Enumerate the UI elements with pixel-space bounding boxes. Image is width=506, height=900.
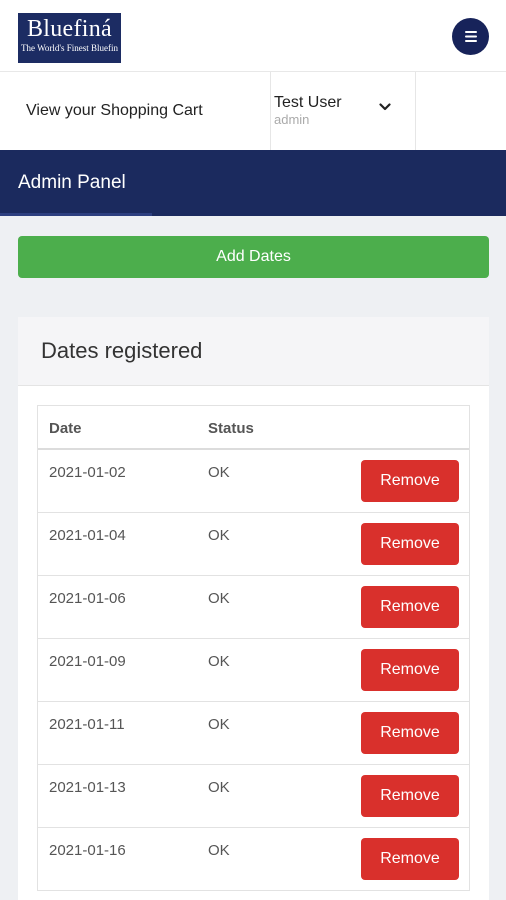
nav-row: View your Shopping Cart Test User admin <box>0 72 506 150</box>
remove-button[interactable]: Remove <box>361 460 459 502</box>
remove-button[interactable]: Remove <box>361 775 459 817</box>
row-status: OK <box>208 527 230 544</box>
row-date: 2021-01-13 <box>49 779 126 796</box>
column-header-date: Date <box>49 420 82 437</box>
row-date: 2021-01-11 <box>49 716 125 733</box>
row-status: OK <box>208 464 230 481</box>
top-header: Bluefiná The World's Finest Bluefin <box>0 0 506 72</box>
brand-tagline: The World's Finest Bluefin <box>21 43 118 53</box>
user-role: admin <box>274 112 310 127</box>
row-date: 2021-01-09 <box>49 653 126 670</box>
table-row: 2021-01-11 OK Remove <box>38 702 469 765</box>
column-header-status: Status <box>208 420 254 437</box>
table-row: 2021-01-09 OK Remove <box>38 639 469 702</box>
table-row: 2021-01-13 OK Remove <box>38 765 469 828</box>
row-status: OK <box>208 842 230 859</box>
remove-button[interactable]: Remove <box>361 838 459 880</box>
row-date: 2021-01-16 <box>49 842 126 859</box>
row-status: OK <box>208 779 230 796</box>
hamburger-menu-icon <box>464 31 477 42</box>
remove-button[interactable]: Remove <box>361 712 459 754</box>
dates-table: Date Status 2021-01-02 OK Remove 2021-01… <box>37 405 470 891</box>
chevron-down-icon <box>379 103 391 111</box>
card-title: Dates registered <box>41 338 203 363</box>
table-row: 2021-01-16 OK Remove <box>38 828 469 891</box>
table-row: 2021-01-06 OK Remove <box>38 576 469 639</box>
table-row: 2021-01-02 OK Remove <box>38 450 469 513</box>
remove-button[interactable]: Remove <box>361 649 459 691</box>
row-date: 2021-01-06 <box>49 590 126 607</box>
dates-registered-card: Dates registered Date Status 2021-01-02 … <box>18 317 489 900</box>
shopping-cart-label: View your Shopping Cart <box>26 102 203 119</box>
table-row: 2021-01-04 OK Remove <box>38 513 469 576</box>
user-name: Test User <box>274 94 342 111</box>
card-header: Dates registered <box>18 317 489 386</box>
shopping-cart-link[interactable]: View your Shopping Cart <box>0 72 271 150</box>
user-dropdown[interactable]: Test User admin <box>271 72 416 150</box>
table-header: Date Status <box>38 406 469 450</box>
add-dates-button[interactable]: Add Dates <box>18 236 489 278</box>
brand-name: Bluefiná <box>26 16 113 42</box>
remove-button[interactable]: Remove <box>361 586 459 628</box>
row-status: OK <box>208 590 230 607</box>
row-date: 2021-01-02 <box>49 464 126 481</box>
row-date: 2021-01-04 <box>49 527 126 544</box>
admin-panel-bar: Admin Panel <box>0 150 506 216</box>
admin-panel-title: Admin Panel <box>18 172 126 193</box>
menu-button[interactable] <box>452 18 489 55</box>
brand-logo[interactable]: Bluefiná The World's Finest Bluefin <box>18 13 121 63</box>
remove-button[interactable]: Remove <box>361 523 459 565</box>
row-status: OK <box>208 653 230 670</box>
row-status: OK <box>208 716 230 733</box>
admin-panel-underline <box>0 213 152 216</box>
